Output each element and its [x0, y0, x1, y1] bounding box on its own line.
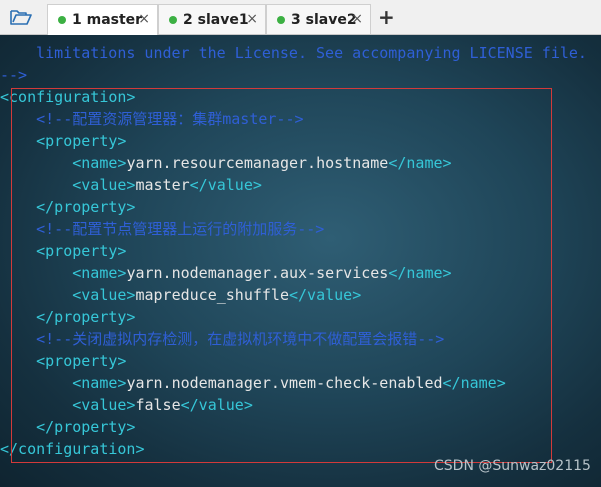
comment-text: limitations under the License. See accom…: [18, 44, 587, 62]
comment-text: -->: [0, 66, 28, 84]
close-icon[interactable]: ×: [351, 11, 363, 27]
connected-status-icon: [58, 16, 66, 24]
tab-slave1[interactable]: 2 slave1 ×: [158, 4, 266, 34]
tab-label: 3 slave2: [291, 11, 357, 28]
code-line: -->: [0, 64, 587, 86]
tab-label: 1 master: [72, 12, 143, 28]
close-icon[interactable]: ×: [246, 11, 258, 27]
watermark: CSDN @Sunwaz02115: [434, 458, 591, 474]
close-icon[interactable]: ×: [138, 11, 150, 27]
tab-slave2[interactable]: 3 slave2 ×: [266, 4, 371, 34]
folder-open-icon[interactable]: [10, 8, 32, 26]
connected-status-icon: [169, 15, 177, 24]
tab-master[interactable]: 1 master ×: [47, 4, 158, 35]
code-line: limitations under the License. See accom…: [18, 42, 587, 64]
terminal-pane[interactable]: limitations under the License. See accom…: [0, 35, 601, 487]
highlight-box: [11, 88, 552, 463]
connected-status-icon: [277, 15, 285, 24]
new-tab-button[interactable]: +: [378, 5, 395, 29]
tab-bar: 1 master × 2 slave1 × 3 slave2 × +: [0, 0, 601, 35]
tab-label: 2 slave1: [183, 11, 249, 28]
